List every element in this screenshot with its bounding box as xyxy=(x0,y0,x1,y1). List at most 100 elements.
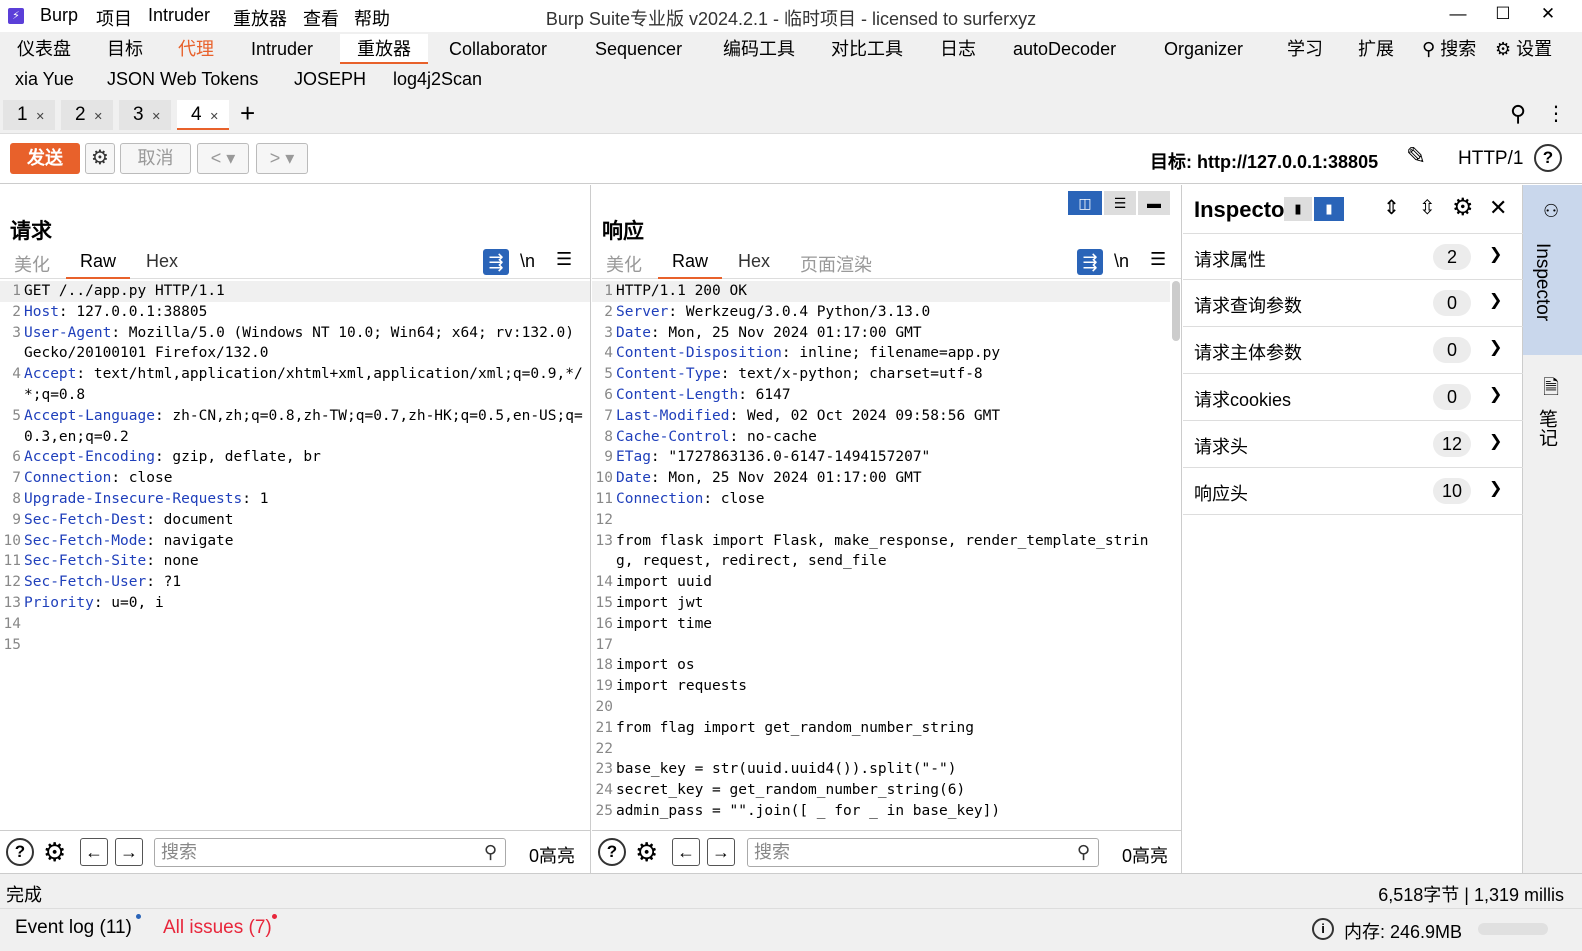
gear-icon[interactable]: ⚙ xyxy=(635,837,658,868)
tab-hex[interactable]: Hex xyxy=(146,251,178,279)
menu-burp[interactable]: Burp xyxy=(40,5,78,26)
tab-sequencer[interactable]: Sequencer xyxy=(595,34,682,64)
tab-logger[interactable]: 日志 xyxy=(940,34,976,64)
code-line[interactable]: 4 Accept: text/html,application/xhtml+xml… xyxy=(0,364,590,406)
menu-project[interactable]: 项目 xyxy=(96,5,132,31)
search-input[interactable]: 搜索 ⚲ xyxy=(747,838,1099,867)
code-line[interactable]: 19 import requests xyxy=(592,676,1170,697)
cancel-button[interactable]: 取消 xyxy=(120,143,191,174)
expand-all-icon[interactable]: ⇕ xyxy=(1383,195,1400,220)
menu-help[interactable]: 帮助 xyxy=(354,5,390,31)
add-tab-icon[interactable]: + xyxy=(240,98,255,129)
inspector-layout-icon[interactable]: ▮ xyxy=(1284,197,1312,221)
code-line[interactable]: 17 xyxy=(592,635,1170,656)
settings-button[interactable]: ⚙ 设置 xyxy=(1495,34,1552,64)
code-line[interactable]: 12 xyxy=(592,510,1170,531)
close-icon[interactable]: ✕ xyxy=(1528,4,1568,28)
minimize-icon[interactable]: — xyxy=(1438,4,1478,28)
code-line[interactable]: 11 Sec-Fetch-Site: none xyxy=(0,551,590,572)
chevron-down-icon[interactable]: ❯ xyxy=(1489,431,1502,451)
send-button[interactable]: 发送 xyxy=(10,143,80,174)
search-input[interactable]: 搜索 ⚲ xyxy=(154,838,506,867)
collapse-all-icon[interactable]: ⇳ xyxy=(1419,195,1436,220)
close-tab-icon[interactable]: ✕ xyxy=(94,111,103,123)
event-log-link[interactable]: Event log (11) xyxy=(15,917,132,939)
all-issues-link[interactable]: All issues (7) xyxy=(163,917,272,939)
edit-target-icon[interactable]: ✎ xyxy=(1406,142,1426,171)
code-line[interactable]: 8 Upgrade-Insecure-Requests: 1 xyxy=(0,489,590,510)
tab-render[interactable]: 页面渲染 xyxy=(800,251,872,279)
search-button[interactable]: ⚲ 搜索 xyxy=(1422,34,1476,64)
tab-intruder[interactable]: Intruder xyxy=(251,34,313,64)
tab-proxy[interactable]: 代理 xyxy=(178,34,214,64)
tab-joseph[interactable]: JOSEPH xyxy=(294,64,366,94)
code-line[interactable]: 15 xyxy=(0,635,590,656)
code-line[interactable]: 9 ETag: "1727863136.0-6147-1494157207" xyxy=(592,447,1170,468)
help-icon[interactable]: ? xyxy=(6,838,34,866)
tab-extensions[interactable]: 扩展 xyxy=(1358,34,1394,64)
code-line[interactable]: 1 GET /../app.py HTTP/1.1 xyxy=(0,281,590,302)
previous-match-button[interactable]: ← xyxy=(80,838,108,866)
code-line[interactable]: 4 Content-Disposition: inline; filename=a… xyxy=(592,343,1170,364)
code-line[interactable]: 7 Connection: close xyxy=(0,468,590,489)
layout-tabs-icon[interactable]: ▬ xyxy=(1138,191,1170,215)
tab-pretty[interactable]: 美化 xyxy=(606,251,642,279)
next-match-button[interactable]: → xyxy=(115,838,143,866)
close-tab-icon[interactable]: ✕ xyxy=(152,111,161,123)
code-line[interactable]: 10 Sec-Fetch-Mode: navigate xyxy=(0,531,590,552)
protocol-label[interactable]: HTTP/1 xyxy=(1458,148,1523,170)
code-line[interactable]: 6 Content-Length: 6147 xyxy=(592,385,1170,406)
code-line[interactable]: 20 xyxy=(592,697,1170,718)
code-line[interactable]: 14 import uuid xyxy=(592,572,1170,593)
repeater-tab[interactable]: 1 ✕ xyxy=(3,100,55,130)
inspector-row[interactable]: 请求属性 2 ❯ xyxy=(1183,233,1523,280)
chevron-down-icon[interactable]: ❯ xyxy=(1489,244,1502,264)
repeater-tab[interactable]: 3 ✕ xyxy=(119,100,171,130)
inspector-layout-active-icon[interactable]: ▮ xyxy=(1314,197,1344,221)
tab-repeater[interactable]: 重放器 xyxy=(340,34,428,64)
close-icon[interactable]: ✕ xyxy=(1489,195,1507,221)
newline-toggle[interactable]: \n xyxy=(520,251,535,272)
close-tab-icon[interactable]: ✕ xyxy=(36,111,45,123)
tab-pretty[interactable]: 美化 xyxy=(14,251,50,279)
maximize-icon[interactable]: ☐ xyxy=(1483,4,1523,28)
sidebar-tab-notes[interactable]: 🗎 笔记 xyxy=(1523,363,1582,463)
gear-icon[interactable]: ⚙ xyxy=(43,837,66,868)
code-line[interactable]: 9 Sec-Fetch-Dest: document xyxy=(0,510,590,531)
code-line[interactable]: 18 import os xyxy=(592,655,1170,676)
tab-dashboard[interactable]: 仪表盘 xyxy=(17,34,71,64)
help-icon[interactable]: ? xyxy=(1534,144,1562,172)
code-line[interactable]: 13 Priority: u=0, i xyxy=(0,593,590,614)
tab-decoder[interactable]: 编码工具 xyxy=(723,34,795,64)
tab-json-web-tokens[interactable]: JSON Web Tokens xyxy=(107,64,258,94)
request-editor[interactable]: 1 GET /../app.py HTTP/1.1 2 Host: 127.0.0.1… xyxy=(0,281,590,826)
newline-toggle[interactable]: \n xyxy=(1114,251,1129,272)
scrollbar[interactable] xyxy=(1172,281,1180,341)
inspector-row[interactable]: 请求查询参数 0 ❯ xyxy=(1183,280,1523,327)
code-line[interactable]: 23 base_key = str(uuid.uuid4()).split("-"… xyxy=(592,759,1170,780)
menu-icon[interactable]: ☰ xyxy=(556,249,572,270)
tab-raw[interactable]: Raw xyxy=(66,251,131,279)
code-line[interactable]: 15 import jwt xyxy=(592,593,1170,614)
menu-icon[interactable]: ☰ xyxy=(1150,249,1166,270)
tab-raw[interactable]: Raw xyxy=(658,251,723,279)
menu-repeater[interactable]: 重放器 xyxy=(233,5,287,31)
layout-top-bottom-icon[interactable]: ☰ xyxy=(1104,191,1136,215)
code-line[interactable]: 12 Sec-Fetch-User: ?1 xyxy=(0,572,590,593)
code-line[interactable]: 5 Accept-Language: zh-CN,zh;q=0.8,zh-TW;q… xyxy=(0,406,590,448)
code-line[interactable]: 24 secret_key = get_random_number_string(… xyxy=(592,780,1170,801)
tab-organizer[interactable]: Organizer xyxy=(1164,34,1243,64)
code-line[interactable]: 3 User-Agent: Mozilla/5.0 (Windows NT 10.… xyxy=(0,323,590,365)
code-line[interactable]: 14 xyxy=(0,614,590,635)
tab-target[interactable]: 目标 xyxy=(107,34,143,64)
more-options-icon[interactable]: ⋮ xyxy=(1546,101,1566,126)
close-tab-icon[interactable]: ✕ xyxy=(210,111,219,123)
inspector-row[interactable]: 请求cookies 0 ❯ xyxy=(1183,374,1523,421)
tab-xia-yue[interactable]: xia Yue xyxy=(15,64,74,94)
tab-learn[interactable]: 学习 xyxy=(1287,34,1323,64)
gear-icon[interactable]: ⚙ xyxy=(85,143,115,174)
menu-intruder[interactable]: Intruder xyxy=(148,5,210,26)
chevron-down-icon[interactable]: ❯ xyxy=(1489,384,1502,404)
previous-match-button[interactable]: ← xyxy=(672,838,700,866)
code-line[interactable]: 2 Server: Werkzeug/3.0.4 Python/3.13.0 xyxy=(592,302,1170,323)
